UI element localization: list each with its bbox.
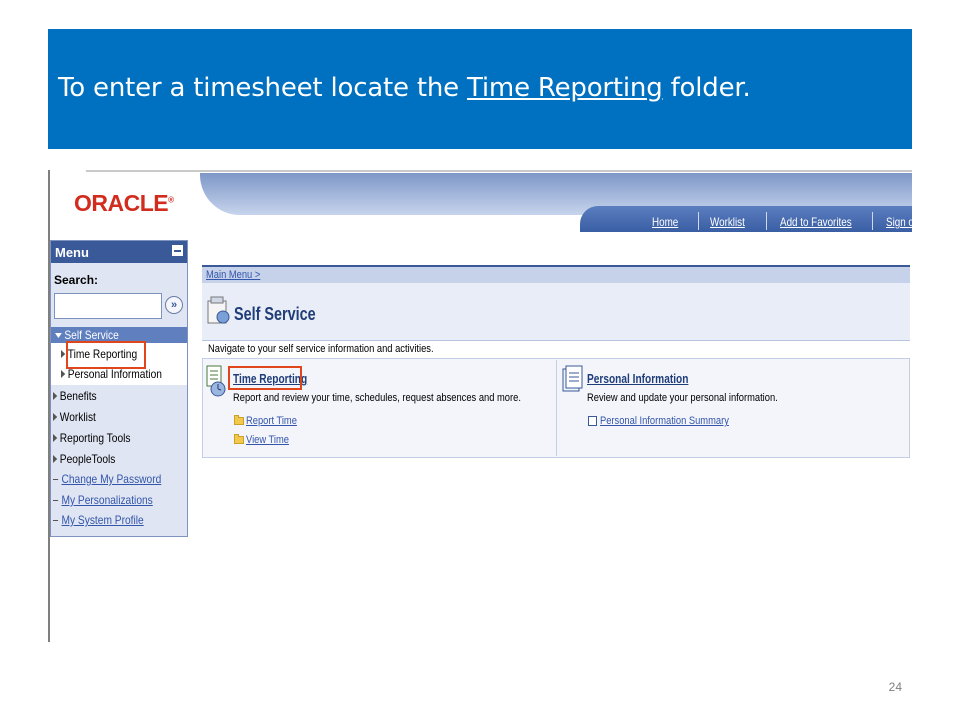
collapsed-arrow-icon (53, 413, 58, 421)
slide-title: To enter a timesheet locate the Time Rep… (58, 73, 751, 103)
logo-text: ORACLE (74, 190, 169, 216)
slide-title-text-end: folder. (662, 73, 751, 103)
nav-separator (698, 212, 699, 230)
search-go-icon[interactable]: » (165, 296, 183, 314)
breadcrumb-main-menu-link[interactable]: Main Menu > (206, 269, 260, 281)
collapse-icon[interactable] (172, 245, 183, 256)
slide-title-highlight: Time Reporting (467, 73, 663, 103)
menu-title: Menu (55, 245, 89, 260)
menu-header: Menu (51, 241, 187, 263)
collapsed-arrow-icon (61, 370, 66, 378)
nav-home-link[interactable]: Home (652, 215, 678, 229)
personal-information-link[interactable]: Personal Information (587, 371, 688, 386)
report-time-link[interactable]: Report Time (246, 415, 297, 427)
personal-information-description: Review and update your personal informat… (587, 392, 778, 404)
collapsed-arrow-icon (53, 455, 58, 463)
menu-item-personal-information[interactable]: Personal Information (61, 367, 162, 381)
nav-add-favorites-link[interactable]: Add to Favorites (780, 215, 852, 229)
menu-item-label: Worklist (59, 410, 96, 424)
slide-title-banner: To enter a timesheet locate the Time Rep… (48, 29, 912, 149)
self-service-icon (207, 296, 230, 324)
nav-separator (766, 212, 767, 230)
menu-item-label: My System Profile (61, 513, 144, 527)
oracle-logo: ORACLE® (74, 190, 174, 217)
nav-sign-out-link[interactable]: Sign ou (886, 215, 912, 229)
menu-highlight-box (66, 341, 146, 369)
search-input[interactable] (54, 293, 162, 319)
nav-separator (872, 212, 873, 230)
menu-item-benefits[interactable]: Benefits (53, 389, 97, 403)
menu-item-my-system-profile[interactable]: My System Profile (53, 513, 144, 527)
page-title-panel: Self Service (202, 283, 910, 341)
document-icon (588, 416, 597, 426)
expanded-arrow-icon (55, 333, 62, 339)
search-label: Search: (54, 273, 99, 287)
dash-icon (53, 479, 59, 481)
window-top-border (86, 170, 912, 172)
nav-worklist-link[interactable]: Worklist (710, 215, 745, 229)
menu-item-label: Benefits (59, 389, 97, 403)
dash-icon (53, 520, 59, 522)
menu-item-label: Self Service (64, 328, 119, 342)
collapsed-arrow-icon (53, 434, 58, 442)
slide-number: 24 (888, 680, 902, 694)
column-divider (556, 360, 557, 456)
slide-title-text: To enter a timesheet locate the (58, 73, 468, 103)
menu-item-label: Change My Password (61, 472, 162, 486)
menu-item-label: Personal Information (67, 367, 162, 381)
personal-information-icon (562, 365, 583, 392)
page-description: Navigate to your self service informatio… (208, 343, 434, 355)
dash-icon (53, 500, 59, 502)
collapsed-arrow-icon (53, 392, 58, 400)
collapsed-arrow-icon (61, 350, 66, 358)
page-title: Self Service (234, 304, 316, 324)
peoplesoft-screenshot: ORACLE® Home Worklist Add to Favorites S… (48, 170, 912, 642)
view-time-link[interactable]: View Time (246, 434, 289, 446)
menu-item-label: My Personalizations (61, 493, 153, 507)
menu-item-reporting-tools[interactable]: Reporting Tools (53, 431, 130, 445)
menu-item-change-password[interactable]: Change My Password (53, 472, 161, 486)
time-reporting-highlight-box (228, 366, 302, 390)
personal-information-summary-link[interactable]: Personal Information Summary (600, 415, 729, 427)
breadcrumb: Main Menu > (202, 265, 910, 283)
registered-mark-icon: ® (168, 195, 174, 205)
time-reporting-icon (206, 365, 226, 397)
menu-item-my-personalizations[interactable]: My Personalizations (53, 493, 153, 507)
time-reporting-description: Report and review your time, schedules, … (233, 392, 521, 404)
menu-item-worklist[interactable]: Worklist (53, 410, 96, 424)
menu-item-label: PeopleTools (59, 452, 116, 466)
folder-icon (234, 415, 244, 425)
left-menu: Menu Search: » Self Service Time Reporti… (50, 240, 188, 537)
folder-icon (234, 434, 244, 444)
menu-item-peopletools[interactable]: PeopleTools (53, 452, 115, 466)
menu-item-label: Reporting Tools (59, 431, 131, 445)
top-nav-bar: Home Worklist Add to Favorites Sign ou (580, 206, 912, 232)
